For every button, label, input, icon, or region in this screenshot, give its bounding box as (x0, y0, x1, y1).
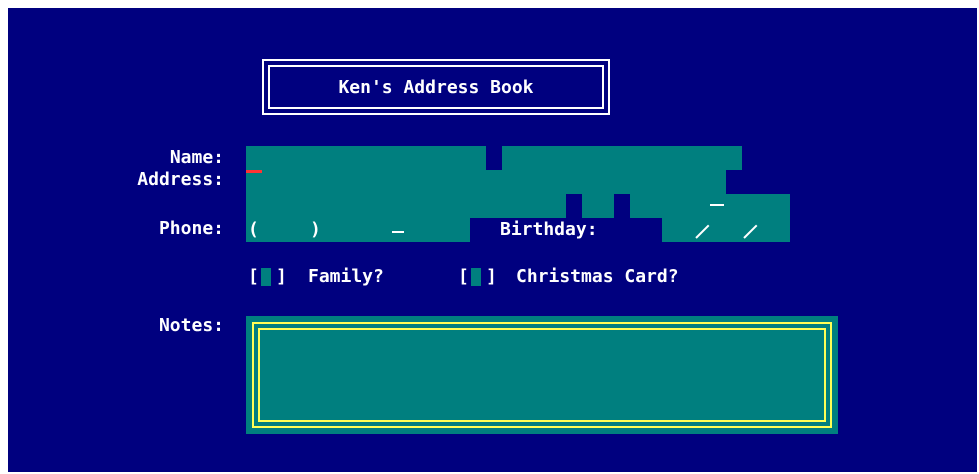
family-bracket-close: ] (276, 266, 287, 287)
xmas-label: Christmas Card? (516, 266, 679, 287)
app-title: Ken's Address Book (338, 76, 534, 98)
notes-border-inner (258, 328, 826, 422)
family-label: Family? (308, 266, 384, 287)
notes-border-outer (252, 322, 832, 428)
notes-textarea[interactable] (246, 316, 838, 434)
name-field-last[interactable] (502, 146, 742, 170)
address-field-line1[interactable] (246, 170, 726, 194)
name-label: Name: (169, 147, 224, 168)
notes-label: Notes: (158, 315, 224, 336)
address-label: Address: (137, 169, 224, 190)
xmas-checkbox-box[interactable] (471, 268, 481, 286)
family-checkbox-box[interactable] (261, 268, 271, 286)
dos-screen: Ken's Address Book Name: Address: Phone:… (8, 8, 977, 472)
family-bracket-open: [ (248, 266, 259, 287)
phone-close-paren: ) (310, 219, 321, 240)
address-field-city[interactable] (246, 194, 566, 218)
phone-label: Phone: (158, 218, 224, 239)
address-field-state[interactable] (582, 194, 614, 218)
phone-open-paren: ( (248, 219, 259, 240)
birthday-field[interactable] (662, 218, 790, 242)
name-field-first[interactable] (246, 146, 486, 170)
address-field-zip[interactable] (630, 194, 790, 218)
title-frame-inner: Ken's Address Book (268, 65, 604, 109)
phone-dash (392, 231, 404, 233)
phone-field[interactable] (246, 218, 470, 242)
birthday-label: Birthday: (500, 219, 598, 240)
zip-dash (710, 204, 724, 206)
text-cursor (246, 170, 262, 173)
xmas-bracket-close: ] (486, 266, 497, 287)
title-frame: Ken's Address Book (262, 59, 610, 115)
xmas-bracket-open: [ (458, 266, 469, 287)
